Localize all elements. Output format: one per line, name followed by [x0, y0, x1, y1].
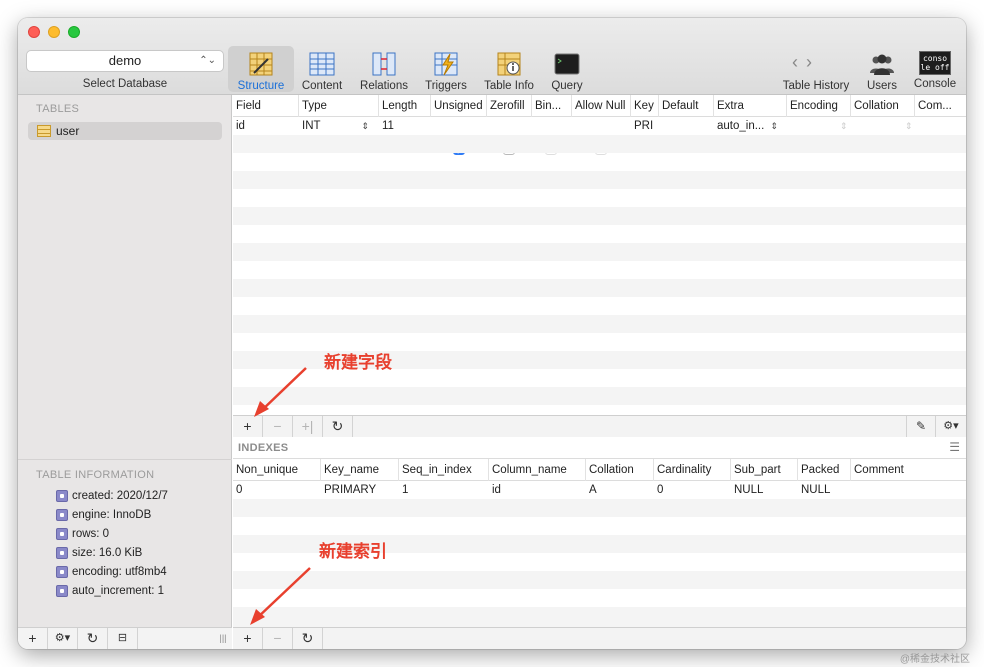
app-window: demo ⌃⌄ Select Database Structure Conten…	[18, 18, 966, 649]
annotation-arrows	[250, 367, 311, 625]
watermark: @稀金技术社区	[899, 654, 970, 665]
